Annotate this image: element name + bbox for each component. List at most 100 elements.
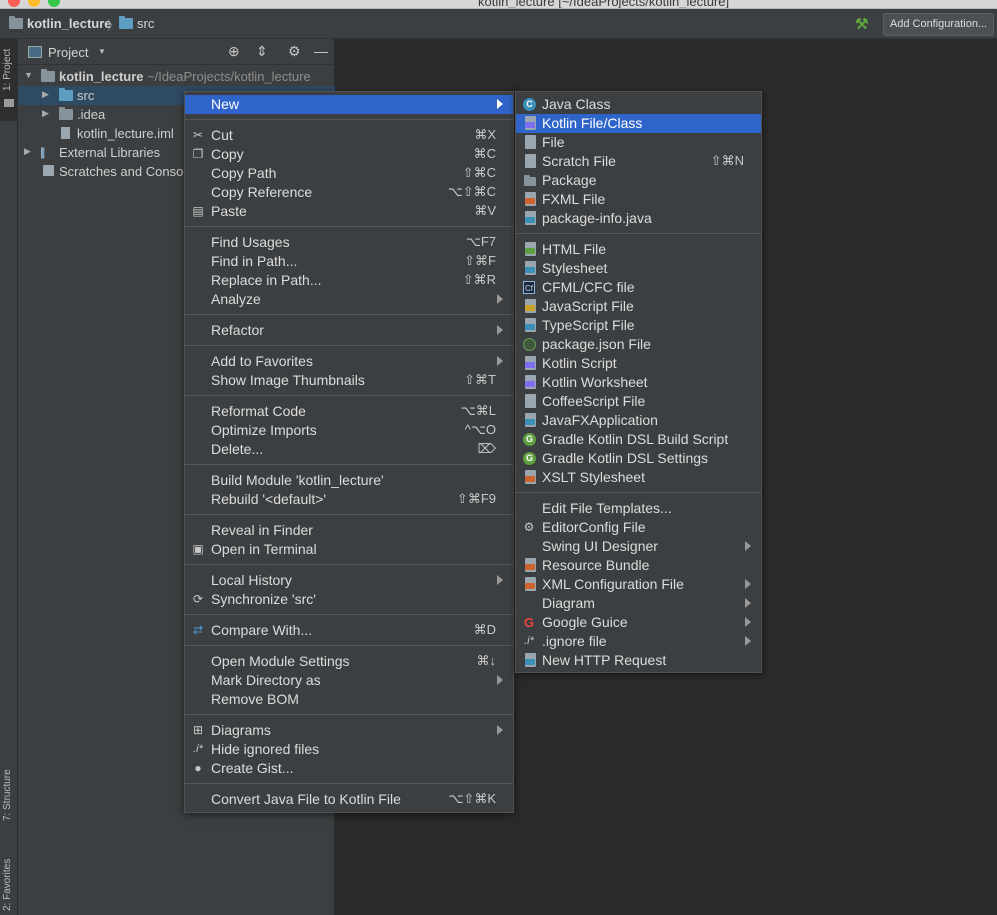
sync-icon: ⟳ — [192, 592, 204, 606]
submenu-item-editorconfig-file[interactable]: ⚙ EditorConfig File — [516, 518, 761, 537]
google-g-icon: G — [523, 615, 535, 630]
menu-item-analyze[interactable]: Analyze — [185, 290, 513, 309]
project-folder-icon — [9, 16, 23, 29]
submenu-item-gradle-settings[interactable]: G Gradle Kotlin DSL Settings — [516, 449, 761, 468]
menu-item-build-module[interactable]: Build Module 'kotlin_lecture' — [185, 471, 513, 490]
submenu-arrow-icon — [497, 675, 503, 685]
project-view-title[interactable]: Project — [48, 45, 88, 60]
menu-separator — [185, 714, 513, 715]
menu-item-create-gist[interactable]: ● Create Gist... — [185, 759, 513, 778]
javafx-file-icon — [525, 413, 536, 427]
breadcrumb-src[interactable]: src — [137, 16, 154, 31]
fxml-file-icon — [525, 192, 536, 206]
hide-panel-icon[interactable]: — — [314, 44, 328, 58]
xml-file-icon — [525, 577, 536, 591]
submenu-item-java-class[interactable]: C Java Class — [516, 95, 761, 114]
submenu-item-xml-configuration-file[interactable]: XML Configuration File — [516, 575, 761, 594]
menu-item-show-image-thumbnails[interactable]: Show Image Thumbnails ⇧⌘T — [185, 371, 513, 390]
add-configuration-button[interactable]: Add Configuration... — [883, 13, 994, 36]
menu-item-convert-java-to-kotlin[interactable]: Convert Java File to Kotlin File ⌥⇧⌘K — [185, 790, 513, 809]
breadcrumb-project[interactable]: kotlin_lecture — [27, 16, 112, 31]
menu-item-delete[interactable]: Delete... ⌦ — [185, 440, 513, 459]
terminal-icon: ▣ — [192, 542, 204, 556]
folder-icon — [59, 107, 73, 120]
submenu-item-ignore-file[interactable]: .i* .ignore file — [516, 632, 761, 651]
menu-item-local-history[interactable]: Local History — [185, 571, 513, 590]
submenu-item-xslt-stylesheet[interactable]: XSLT Stylesheet — [516, 468, 761, 487]
submenu-item-typescript-file[interactable]: TypeScript File — [516, 316, 761, 335]
submenu-item-html-file[interactable]: HTML File — [516, 240, 761, 259]
menu-item-reformat-code[interactable]: Reformat Code ⌥⌘L — [185, 402, 513, 421]
menu-item-reveal-in-finder[interactable]: Reveal in Finder — [185, 521, 513, 540]
menu-item-hide-ignored-files[interactable]: .i* Hide ignored files — [185, 740, 513, 759]
submenu-item-coffeescript-file[interactable]: CoffeeScript File — [516, 392, 761, 411]
menu-item-compare-with[interactable]: ⇄ Compare With... ⌘D — [185, 621, 513, 640]
submenu-item-package-json-file[interactable]: package.json File — [516, 335, 761, 354]
submenu-item-new-http-request[interactable]: New HTTP Request — [516, 651, 761, 670]
menu-item-find-usages[interactable]: Find Usages ⌥F7 — [185, 233, 513, 252]
submenu-item-kotlin-worksheet[interactable]: Kotlin Worksheet — [516, 373, 761, 392]
menu-item-add-to-favorites[interactable]: Add to Favorites — [185, 352, 513, 371]
src-folder-icon — [119, 16, 133, 29]
left-tool-stripe: 1: Project 7: Structure 2: Favorites — [0, 39, 18, 915]
submenu-item-javascript-file[interactable]: JavaScript File — [516, 297, 761, 316]
submenu-item-google-guice[interactable]: G Google Guice — [516, 613, 761, 632]
submenu-item-kotlin-script[interactable]: Kotlin Script — [516, 354, 761, 373]
source-folder-icon — [59, 88, 73, 101]
submenu-item-edit-file-templates[interactable]: Edit File Templates... — [516, 499, 761, 518]
submenu-item-cfml-file[interactable]: Cf CFML/CFC file — [516, 278, 761, 297]
menu-item-paste[interactable]: ▤ Paste ⌘V — [185, 202, 513, 221]
menu-item-open-module-settings[interactable]: Open Module Settings ⌘↓ — [185, 652, 513, 671]
copy-icon: ❐ — [192, 147, 204, 161]
menu-item-copy[interactable]: ❐ Copy ⌘C — [185, 145, 513, 164]
menu-item-mark-directory-as[interactable]: Mark Directory as — [185, 671, 513, 690]
gear-icon[interactable]: ⚙ — [288, 44, 301, 58]
menu-item-cut[interactable]: ✂ Cut ⌘X — [185, 126, 513, 145]
menu-separator — [185, 119, 513, 120]
menu-item-remove-bom[interactable]: Remove BOM — [185, 690, 513, 709]
collapse-all-icon[interactable]: ⇕ — [256, 44, 268, 58]
close-window-button[interactable] — [8, 0, 20, 7]
menu-item-diagrams[interactable]: ⊞ Diagrams — [185, 721, 513, 740]
menu-item-optimize-imports[interactable]: Optimize Imports ^⌥O — [185, 421, 513, 440]
submenu-item-kotlin-file-class[interactable]: Kotlin File/Class — [516, 114, 761, 133]
menu-item-rebuild[interactable]: Rebuild '<default>' ⇧⌘F9 — [185, 490, 513, 509]
tree-item-idea-label: .idea — [77, 107, 106, 122]
gradle-icon: G — [523, 452, 536, 465]
locate-target-icon[interactable]: ⊕ — [228, 44, 240, 58]
submenu-item-swing-ui-designer[interactable]: Swing UI Designer — [516, 537, 761, 556]
submenu-item-file[interactable]: File — [516, 133, 761, 152]
kotlin-file-icon — [525, 116, 536, 130]
submenu-item-package-info[interactable]: package-info.java — [516, 209, 761, 228]
diagram-icon: ⊞ — [192, 723, 204, 737]
menu-item-new[interactable]: New — [185, 95, 513, 114]
build-hammer-icon[interactable]: ⚒ — [855, 15, 868, 33]
menu-separator — [516, 492, 761, 493]
menu-item-copy-path[interactable]: Copy Path ⇧⌘C — [185, 164, 513, 183]
menu-item-refactor[interactable]: Refactor — [185, 321, 513, 340]
file-icon — [525, 135, 536, 149]
menu-item-open-in-terminal[interactable]: ▣ Open in Terminal — [185, 540, 513, 559]
submenu-item-scratch-file[interactable]: Scratch File ⇧⌘N — [516, 152, 761, 171]
menu-separator — [185, 226, 513, 227]
submenu-item-diagram[interactable]: Diagram — [516, 594, 761, 613]
menu-item-find-in-path[interactable]: Find in Path... ⇧⌘F — [185, 252, 513, 271]
chevron-down-icon[interactable]: ▼ — [98, 47, 106, 56]
ignore-file-icon: .i* — [524, 635, 534, 647]
submenu-item-fxml-file[interactable]: FXML File — [516, 190, 761, 209]
minimize-window-button[interactable] — [28, 0, 40, 7]
submenu-item-javafx-application[interactable]: JavaFXApplication — [516, 411, 761, 430]
menu-item-replace-in-path[interactable]: Replace in Path... ⇧⌘R — [185, 271, 513, 290]
submenu-item-package[interactable]: Package — [516, 171, 761, 190]
submenu-item-stylesheet[interactable]: Stylesheet — [516, 259, 761, 278]
menu-item-synchronize[interactable]: ⟳ Synchronize 'src' — [185, 590, 513, 609]
submenu-item-resource-bundle[interactable]: Resource Bundle — [516, 556, 761, 575]
submenu-item-gradle-build-script[interactable]: G Gradle Kotlin DSL Build Script — [516, 430, 761, 449]
new-submenu: C Java Class Kotlin File/Class File Scrat… — [515, 91, 762, 673]
scratch-file-icon — [525, 154, 536, 168]
scissors-icon: ✂ — [192, 128, 204, 142]
zoom-window-button[interactable] — [48, 0, 60, 7]
menu-item-copy-reference[interactable]: Copy Reference ⌥⇧⌘C — [185, 183, 513, 202]
xslt-file-icon — [525, 470, 536, 484]
tree-root[interactable]: ▼ kotlin_lecture ~/IdeaProjects/kotlin_l… — [18, 67, 335, 86]
